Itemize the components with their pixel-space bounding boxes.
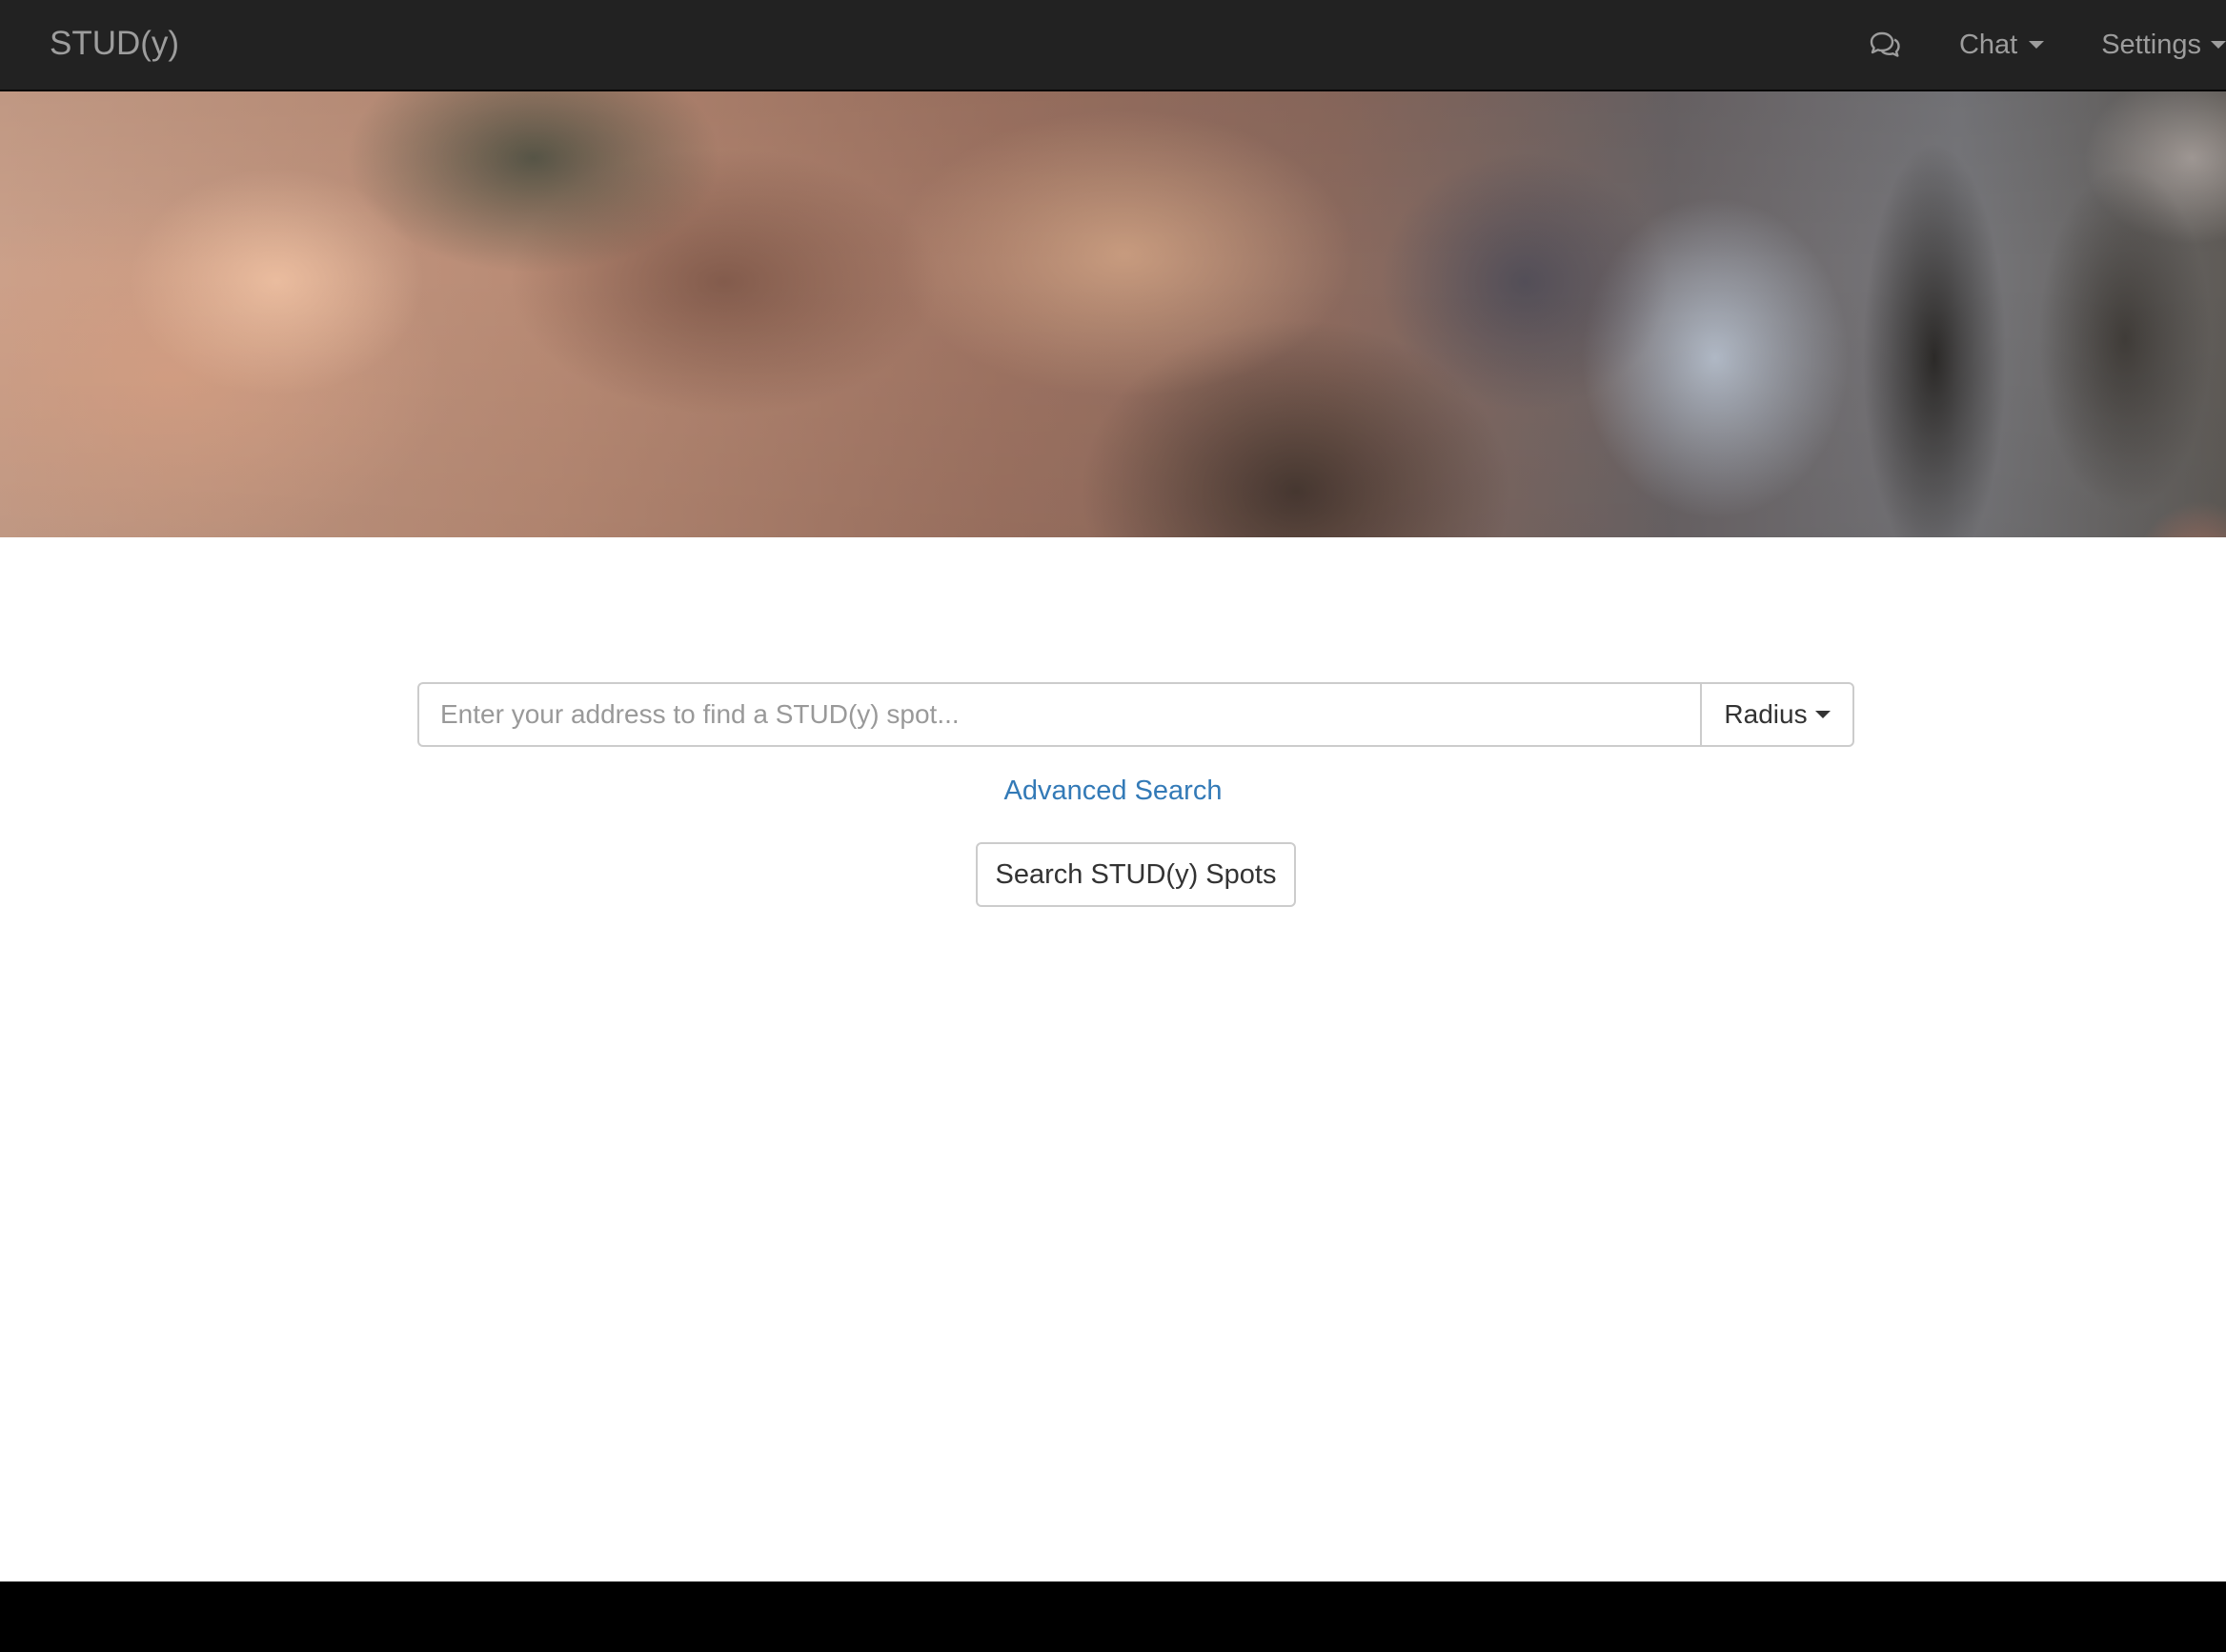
top-navbar: STUD(y) Chat Settings <box>0 0 2226 91</box>
footer-bar <box>0 1581 2226 1652</box>
hero-overlay <box>0 91 2226 537</box>
settings-dropdown[interactable]: Settings <box>2101 30 2226 61</box>
radius-dropdown-button[interactable]: Radius <box>1700 682 1854 747</box>
navbar-right-menu: Chat Settings <box>1866 0 2226 90</box>
search-spots-button[interactable]: Search STUD(y) Spots <box>976 842 1296 907</box>
chevron-down-icon <box>1814 711 1831 718</box>
chat-bubbles-icon[interactable] <box>1866 26 1904 64</box>
chevron-down-icon <box>2211 41 2226 49</box>
chat-dropdown[interactable]: Chat <box>1958 29 2045 61</box>
advanced-search-link[interactable]: Advanced Search <box>0 776 2226 807</box>
address-search-group: Radius <box>417 682 1854 747</box>
settings-dropdown-label: Settings <box>2101 29 2201 60</box>
address-search-input[interactable] <box>417 682 1700 747</box>
radius-dropdown-label: Radius <box>1724 699 1808 729</box>
chevron-down-icon <box>2029 41 2045 49</box>
chat-dropdown-label: Chat <box>1958 29 2018 60</box>
brand-logo-link[interactable]: STUD(y) <box>50 0 179 90</box>
hero-banner-image <box>0 91 2226 537</box>
